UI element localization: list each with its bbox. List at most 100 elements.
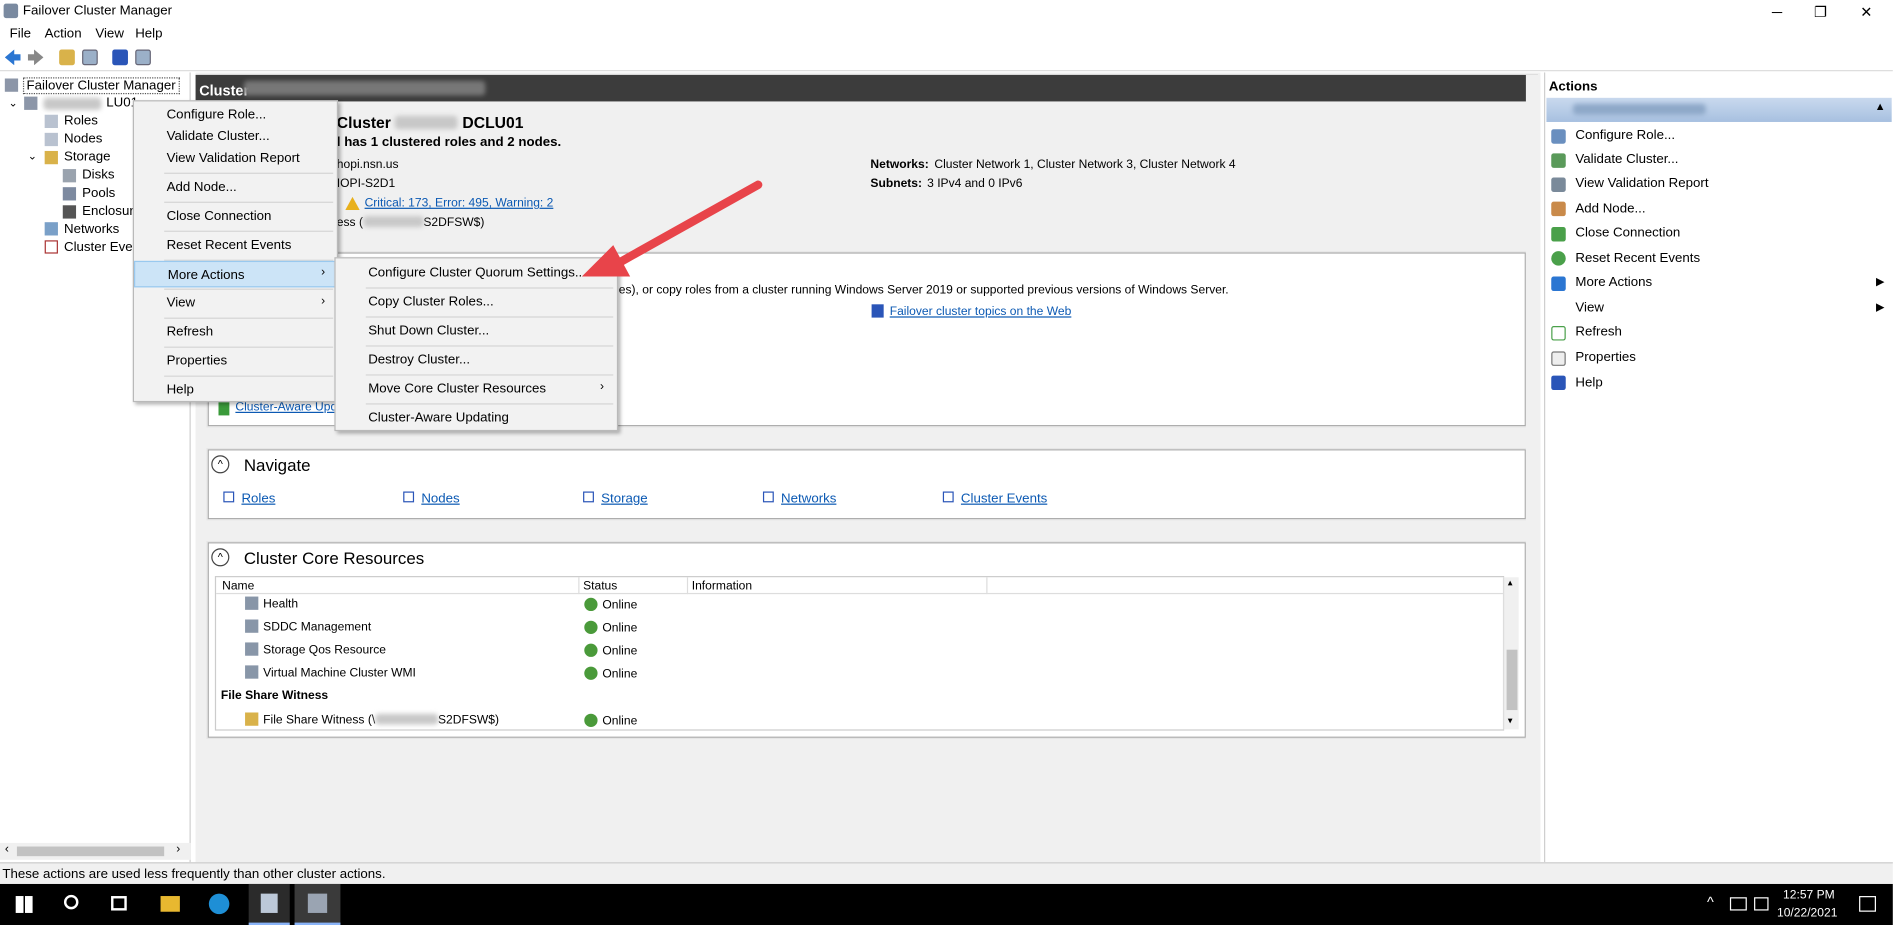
grid-vertical-scrollbar[interactable]: ▴ ▾: [1502, 577, 1519, 730]
column-name[interactable]: Name: [222, 580, 254, 593]
action-close-connection[interactable]: Close Connection: [1575, 226, 1680, 240]
actions-pane: Actions ▲ Configure Role... Validate Clu…: [1544, 72, 1893, 863]
minimize-button[interactable]: ─: [1755, 0, 1798, 24]
witness-name-suffix: S2DFSW$): [437, 713, 500, 727]
navigate-collapse-icon[interactable]: ^: [211, 455, 230, 474]
scroll-left-icon[interactable]: ‹: [5, 843, 9, 856]
menu-reset-recent-events[interactable]: Reset Recent Events: [134, 232, 337, 259]
failover-topics-web-link[interactable]: Failover cluster topics on the Web: [890, 306, 1072, 319]
tree-expander-icon[interactable]: ⌄: [8, 97, 17, 110]
scroll-thumb[interactable]: [16, 846, 165, 857]
tree-item-pools[interactable]: Pools: [82, 186, 115, 200]
navigate-cluster-events-link[interactable]: Cluster Events: [961, 491, 1047, 505]
menu-action[interactable]: Action: [45, 27, 82, 41]
volume-muted-icon[interactable]: [1754, 897, 1769, 911]
back-arrow-icon[interactable]: [4, 49, 21, 66]
navigate-networks-link[interactable]: Networks: [781, 491, 836, 505]
action-configure-role[interactable]: Configure Role...: [1575, 128, 1675, 142]
menu-close-connection[interactable]: Close Connection: [134, 203, 337, 230]
action-more-actions[interactable]: More Actions: [1575, 275, 1652, 289]
resource-name[interactable]: Storage Qos Resource: [263, 644, 386, 657]
file-explorer-icon[interactable]: [160, 896, 180, 912]
task-view-icon[interactable]: [111, 896, 127, 911]
networks-label: Networks:: [870, 158, 929, 172]
collapse-icon[interactable]: ▲: [1875, 100, 1886, 112]
witness-resource-name[interactable]: File Share Witness (\ S2DFSW$): [263, 713, 500, 727]
start-windows-icon[interactable]: [15, 896, 33, 913]
menu-view[interactable]: View: [95, 27, 124, 41]
action-validate-cluster[interactable]: Validate Cluster...: [1575, 152, 1678, 166]
close-button[interactable]: ✕: [1845, 0, 1888, 24]
submenu-cluster-aware-updating[interactable]: Cluster-Aware Updating: [336, 405, 617, 432]
networks-icon: [44, 222, 58, 236]
resource-name[interactable]: Virtual Machine Cluster WMI: [263, 667, 416, 680]
help-icon[interactable]: [112, 49, 128, 66]
menu-view[interactable]: View: [134, 290, 337, 317]
forward-arrow-icon[interactable]: [27, 49, 44, 66]
action-properties[interactable]: Properties: [1575, 350, 1636, 364]
action-help[interactable]: Help: [1575, 376, 1602, 390]
tree-item-roles[interactable]: Roles: [64, 114, 98, 128]
scroll-up-icon[interactable]: ▴: [1508, 577, 1513, 588]
server-manager-icon[interactable]: [248, 883, 290, 925]
grid-scroll-thumb[interactable]: [1506, 649, 1518, 711]
submenu-move-core-resources[interactable]: Move Core Cluster Resources: [336, 376, 617, 403]
menu-view-validation-report[interactable]: View Validation Report: [134, 145, 337, 172]
scroll-right-icon[interactable]: ›: [176, 843, 180, 856]
tree-root-failover-cluster-manager[interactable]: Failover Cluster Manager: [22, 77, 180, 95]
up-folder-icon[interactable]: [59, 49, 75, 66]
show-hide-tree-icon[interactable]: [82, 49, 98, 66]
menu-help[interactable]: Help: [134, 377, 337, 404]
submenu-destroy-cluster[interactable]: Destroy Cluster...: [336, 347, 617, 374]
tree-item-storage[interactable]: Storage: [64, 150, 111, 164]
online-status-icon: [584, 620, 598, 634]
column-information[interactable]: Information: [692, 580, 752, 593]
action-refresh[interactable]: Refresh: [1575, 325, 1622, 339]
action-view[interactable]: View: [1575, 301, 1604, 315]
network-icon[interactable]: [1729, 897, 1747, 911]
tree-item-networks[interactable]: Networks: [64, 222, 119, 236]
menu-properties[interactable]: Properties: [134, 348, 337, 375]
recent-events-link[interactable]: Critical: 173, Error: 495, Warning: 2: [365, 197, 554, 210]
actions-title: Actions: [1548, 79, 1598, 95]
storage-expander-icon[interactable]: ⌄: [28, 150, 37, 163]
edge-browser-icon[interactable]: [208, 893, 230, 915]
submenu-copy-cluster-roles[interactable]: Copy Cluster Roles...: [336, 289, 617, 316]
summary-line: l has 1 clustered roles and 2 nodes.: [336, 135, 562, 150]
resource-name[interactable]: SDDC Management: [263, 621, 371, 634]
navigate-storage-link[interactable]: Storage: [601, 491, 648, 505]
menu-help[interactable]: Help: [135, 27, 162, 41]
clock-date[interactable]: 10/22/2021: [1777, 907, 1837, 920]
menu-add-node[interactable]: Add Node...: [134, 174, 337, 201]
navigate-nodes-link[interactable]: Nodes: [421, 491, 459, 505]
failover-cluster-taskbar-icon[interactable]: [294, 883, 341, 925]
menu-refresh[interactable]: Refresh: [134, 319, 337, 346]
close-connection-icon: [1551, 227, 1566, 242]
tree-item-cluster-events[interactable]: Cluster Event: [64, 240, 144, 254]
action-view-validation-report[interactable]: View Validation Report: [1575, 176, 1708, 190]
resource-name[interactable]: Health: [263, 598, 298, 611]
tree-horizontal-scrollbar[interactable]: ‹ ›: [0, 842, 191, 860]
core-collapse-icon[interactable]: ^: [211, 548, 230, 567]
validate-cluster-icon: [1551, 153, 1566, 168]
navigate-roles-link[interactable]: Roles: [241, 491, 275, 505]
actions-section-header[interactable]: ▲: [1546, 97, 1892, 122]
action-add-node[interactable]: Add Node...: [1575, 202, 1645, 216]
notifications-icon[interactable]: [1859, 896, 1876, 912]
action-pane-icon[interactable]: [135, 49, 151, 66]
menu-file[interactable]: File: [10, 27, 31, 41]
annotation-arrow-icon: [581, 180, 763, 277]
server-manager-glyph: [260, 893, 278, 913]
tree-item-disks[interactable]: Disks: [82, 168, 114, 182]
restore-button[interactable]: ❐: [1799, 0, 1842, 24]
tree-item-nodes[interactable]: Nodes: [64, 132, 102, 146]
clock-time[interactable]: 12:57 PM: [1783, 889, 1835, 902]
action-reset-recent-events[interactable]: Reset Recent Events: [1575, 251, 1700, 265]
resource-status: Online: [584, 643, 637, 658]
tray-chevron-icon[interactable]: ^: [1707, 894, 1714, 911]
column-status[interactable]: Status: [583, 580, 617, 593]
scroll-down-icon[interactable]: ▾: [1508, 715, 1513, 726]
search-icon[interactable]: [63, 894, 79, 910]
menu-more-actions[interactable]: More Actions: [133, 260, 337, 288]
submenu-shut-down-cluster[interactable]: Shut Down Cluster...: [336, 318, 617, 345]
